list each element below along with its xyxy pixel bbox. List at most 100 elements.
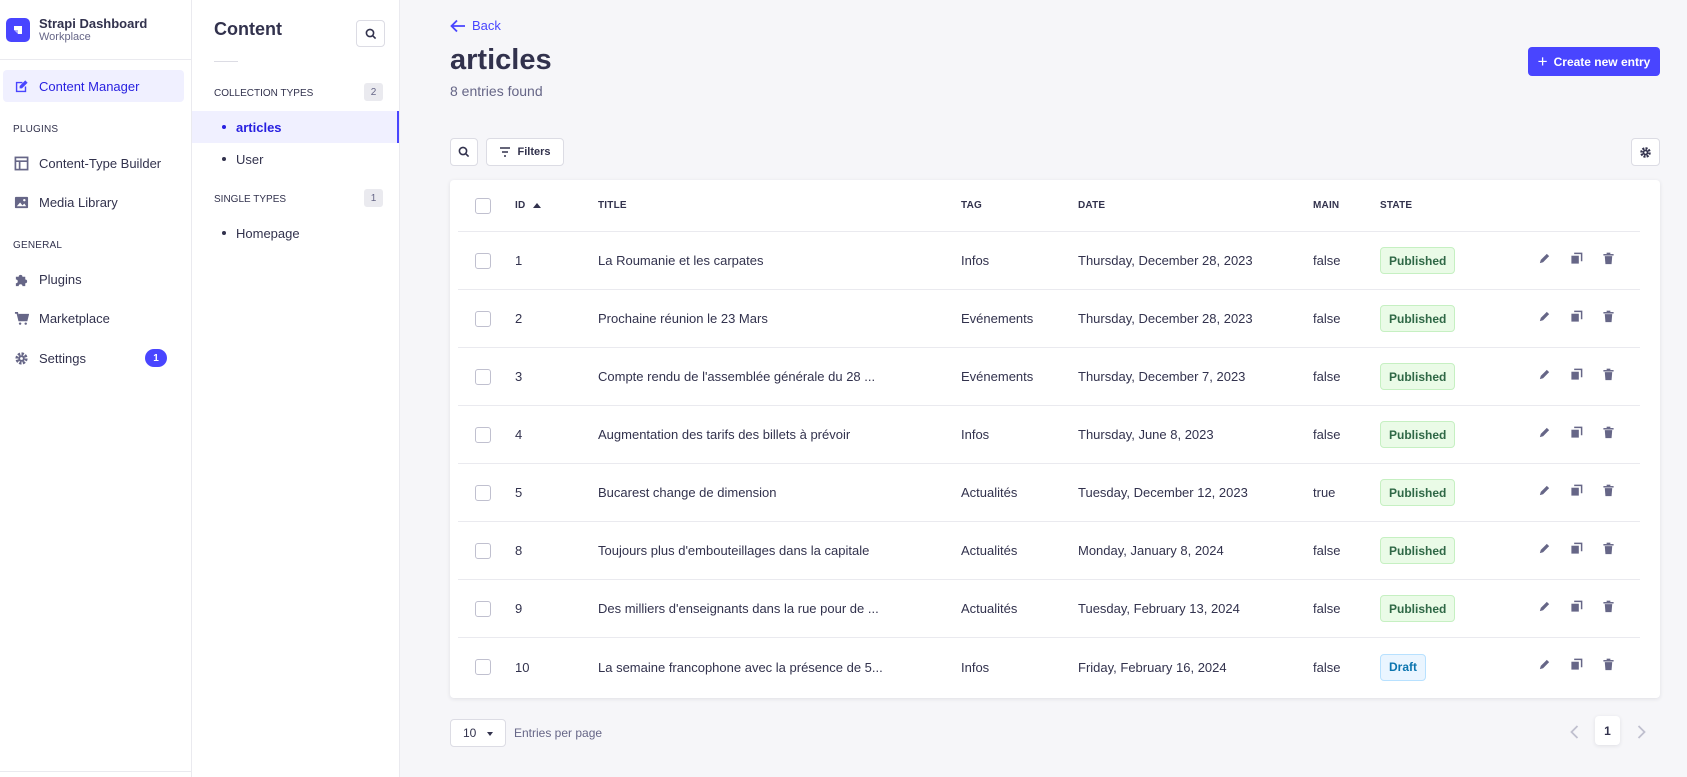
nav-footer-divider [0,771,192,777]
cell-main: true [1313,485,1336,500]
settings-notification-badge: 1 [145,349,167,367]
subnav-link-user[interactable]: User [192,143,399,175]
delete-button[interactable] [1602,580,1615,637]
single-types-heading[interactable]: SINGLE TYPES [214,194,286,205]
subnav-search-button[interactable] [356,20,385,47]
table-row[interactable]: 8 Toujours plus d'embouteillages dans la … [458,522,1640,580]
previous-page-button[interactable] [1566,720,1582,744]
nav-media-library[interactable]: Media Library [3,186,184,218]
image-icon [13,194,29,210]
back-link[interactable]: Back [450,18,501,33]
column-header-state[interactable]: STATE [1380,180,1412,231]
row-checkbox[interactable] [475,310,491,327]
view-settings-button[interactable] [1631,138,1660,166]
duplicate-icon [1570,252,1583,270]
duplicate-button[interactable] [1570,638,1583,696]
cart-icon [13,310,29,326]
row-checkbox[interactable] [475,368,491,385]
delete-button[interactable] [1602,232,1615,289]
nav-plugins[interactable]: Plugins [3,263,184,295]
cell-state: Published [1380,290,1456,347]
table-row[interactable]: 10 La semaine francophone avec la présenc… [458,638,1640,696]
duplicate-button[interactable] [1570,290,1583,347]
gear-icon [1640,146,1651,158]
cell-id: 9 [515,601,523,616]
entries-per-page-select[interactable]: 10 [450,719,506,747]
nav-marketplace[interactable]: Marketplace [3,302,184,334]
table-row[interactable]: 1 La Roumanie et les carpates Infos Thursda… [458,232,1640,290]
column-header-main[interactable]: MAIN [1313,180,1339,231]
row-checkbox[interactable] [475,426,491,443]
subnav-link-label: Homepage [236,225,300,241]
row-checkbox[interactable] [475,252,491,269]
arrow-left-icon [450,19,465,32]
cell-tag: Actualités [961,601,1018,616]
subnav-link-label: articles [236,119,282,135]
row-checkbox[interactable] [475,600,491,617]
row-select-cell [475,406,491,463]
edit-button[interactable] [1538,232,1551,289]
cell-main: false [1313,601,1341,616]
delete-button[interactable] [1602,638,1615,696]
main-navigation: Strapi Dashboard Workplace Content Manag… [0,0,192,777]
row-checkbox[interactable] [475,659,491,675]
duplicate-button[interactable] [1570,522,1583,579]
delete-button[interactable] [1602,522,1615,579]
nav-label: Plugins [39,271,82,287]
edit-button[interactable] [1538,464,1551,521]
delete-button[interactable] [1602,406,1615,463]
page-number-button[interactable]: 1 [1595,716,1620,745]
column-header-date[interactable]: DATE [1078,180,1105,231]
strapi-logo-icon [6,17,30,42]
cell-date: Monday, January 8, 2024 [1078,543,1224,558]
table-search-button[interactable] [450,138,478,166]
column-header-title[interactable]: TITLE [598,180,627,231]
filters-button[interactable]: Filters [486,138,564,166]
edit-button[interactable] [1538,348,1551,405]
edit-button[interactable] [1538,522,1551,579]
table-row[interactable]: 4 Augmentation des tarifs des billets à p… [458,406,1640,464]
row-select-cell [475,638,491,696]
subnav-link-homepage[interactable]: Homepage [192,217,399,249]
subnav-link-articles[interactable]: articles [192,111,399,143]
cell-title: Toujours plus d'embouteillages dans la c… [598,543,870,558]
select-all-checkbox[interactable] [475,197,491,214]
duplicate-icon [1570,658,1583,676]
delete-button[interactable] [1602,348,1615,405]
delete-button[interactable] [1602,464,1615,521]
pencil-icon [1538,658,1551,676]
nav-content-manager[interactable]: Content Manager [3,70,184,102]
next-page-button[interactable] [1633,720,1649,744]
brand-title: Strapi Dashboard [39,15,148,31]
edit-button[interactable] [1538,290,1551,347]
row-select-cell [475,522,491,579]
table-row[interactable]: 3 Compte rendu de l'assemblée générale du… [458,348,1640,406]
duplicate-button[interactable] [1570,464,1583,521]
duplicate-button[interactable] [1570,232,1583,289]
edit-button[interactable] [1538,406,1551,463]
column-header-id[interactable]: ID [515,180,542,231]
table-row[interactable]: 9 Des milliers d'enseignants dans la rue … [458,580,1640,638]
duplicate-icon [1570,542,1583,560]
nav-settings[interactable]: Settings 1 [3,342,184,374]
row-checkbox[interactable] [475,542,491,559]
content-subnav: Content COLLECTION TYPES 2 articles User… [192,0,400,777]
nav-content-type-builder[interactable]: Content-Type Builder [3,147,184,179]
duplicate-button[interactable] [1570,348,1583,405]
table-row[interactable]: 2 Prochaine réunion le 23 Mars Evénements T… [458,290,1640,348]
edit-button[interactable] [1538,580,1551,637]
collection-types-heading[interactable]: COLLECTION TYPES [214,88,313,99]
cell-date: Thursday, December 28, 2023 [1078,253,1253,268]
delete-button[interactable] [1602,290,1615,347]
create-new-entry-button[interactable]: + Create new entry [1528,47,1660,76]
table-row[interactable]: 5 Bucarest change de dimension Actualités T… [458,464,1640,522]
filters-label: Filters [517,146,551,158]
single-types-count: 1 [364,189,383,207]
duplicate-button[interactable] [1570,580,1583,637]
column-header-tag[interactable]: TAG [961,180,982,231]
duplicate-button[interactable] [1570,406,1583,463]
duplicate-icon [1570,368,1583,386]
row-checkbox[interactable] [475,484,491,501]
entries-table: ID TITLE TAG DATE MAIN STATE 1 La Roumani… [450,180,1660,698]
edit-button[interactable] [1538,638,1551,696]
